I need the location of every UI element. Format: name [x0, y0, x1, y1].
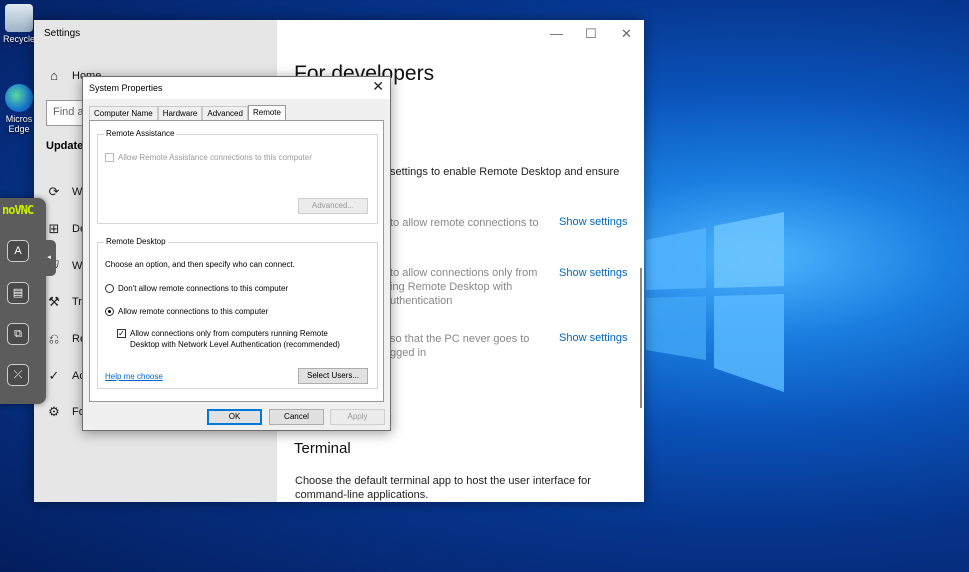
dont-allow-label[interactable]: Don't allow remote connections to this c…: [118, 284, 288, 293]
setting-row-text: so that the PC never goes to gged in: [390, 332, 529, 360]
disconnect-icon[interactable]: ⤫: [7, 364, 29, 386]
developers-icon: ⚙: [48, 404, 60, 419]
setting-row-text: to allow remote connections to: [390, 216, 539, 230]
windows-logo: [646, 212, 784, 392]
dont-allow-radio[interactable]: [105, 284, 114, 293]
remote-assistance-label: Remote Assistance: [104, 129, 177, 138]
terminal-description: Choose the default terminal app to host …: [295, 474, 591, 502]
remote-desktop-label: Remote Desktop: [104, 237, 168, 246]
allow-remote-label[interactable]: Allow remote connections to this compute…: [118, 307, 268, 316]
troubleshoot-icon: ⚒: [48, 294, 60, 309]
dialog-titlebar[interactable]: System Properties ✕: [83, 77, 390, 99]
fullscreen-icon[interactable]: ⧉: [7, 323, 29, 345]
apply-button[interactable]: Apply: [330, 409, 385, 425]
close-button[interactable]: ✕: [621, 26, 632, 42]
terminal-heading: Terminal: [294, 440, 351, 457]
maximize-button[interactable]: ☐: [585, 26, 597, 42]
novnc-handle[interactable]: ◂: [42, 240, 56, 276]
nav-item-delivery-optimization[interactable]: ⊞ De: [46, 221, 87, 237]
allow-remote-radio[interactable]: [105, 307, 114, 316]
home-icon: ⌂: [50, 68, 58, 83]
nav-item-windows-update[interactable]: ⟳ Wi: [46, 184, 85, 200]
setting-row-line: uthentication: [390, 295, 453, 307]
setting-row-line: to allow remote connections to: [390, 217, 539, 229]
nla-label-line1: Allow connections only from computers ru…: [130, 329, 328, 338]
remote-desktop-description: settings to enable Remote Desktop and en…: [390, 166, 620, 178]
setting-row-line: so that the PC never goes to: [390, 333, 530, 345]
terminal-desc-line: command-line applications.: [295, 489, 429, 501]
tab-computer-name[interactable]: Computer Name: [89, 106, 158, 120]
nav-item-activation[interactable]: ✓ Ac: [46, 368, 85, 384]
setting-row-line: ing Remote Desktop with: [390, 281, 513, 293]
tab-advanced[interactable]: Advanced: [202, 106, 248, 120]
nav-item-for-developers[interactable]: ⚙ Fo: [46, 404, 85, 420]
terminal-desc-line: Choose the default terminal app to host …: [295, 475, 591, 487]
remote-desktop-instruction: Choose an option, and then specify who c…: [105, 260, 295, 269]
novnc-logo: noVNC: [2, 203, 34, 217]
find-setting-placeholder: Find a: [53, 106, 84, 118]
sync-icon: ⟳: [48, 184, 60, 199]
remote-desktop-group: Remote Desktop Choose an option, and the…: [97, 237, 378, 389]
tab-hardware[interactable]: Hardware: [157, 106, 203, 120]
dialog-title: System Properties: [89, 83, 163, 93]
nla-label-line2: Desktop with Network Level Authenticatio…: [130, 340, 340, 349]
minimize-button[interactable]: —: [550, 26, 563, 41]
keyboard-icon[interactable]: A: [7, 240, 29, 262]
remote-assistance-group: Remote Assistance Allow Remote Assistanc…: [97, 129, 378, 224]
nav-section-title: Update: [46, 140, 84, 152]
desktop-icon-label: Micros Edge: [5, 114, 33, 134]
scrollbar[interactable]: [640, 268, 642, 408]
allow-remote-assistance-label: Allow Remote Assistance connections to t…: [118, 153, 312, 162]
dialog-close-button[interactable]: ✕: [372, 78, 384, 95]
recovery-icon: ⎌: [48, 331, 60, 346]
system-properties-dialog: System Properties ✕ Computer Name Hardwa…: [82, 76, 391, 431]
nla-checkbox[interactable]: ✓: [117, 329, 126, 338]
recycle-bin-icon: [5, 4, 33, 32]
tab-remote[interactable]: Remote: [247, 105, 286, 121]
nav-item-recovery[interactable]: ⎌ Re: [46, 331, 86, 347]
show-settings-link[interactable]: Show settings: [559, 332, 627, 344]
edge-icon: [5, 84, 33, 112]
allow-remote-assistance-checkbox[interactable]: [105, 153, 114, 162]
setting-row-line: to allow connections only from: [390, 267, 538, 279]
novnc-control-bar: noVNC A ▤ ⧉ ⤫ ◂: [0, 198, 56, 404]
clipboard-icon[interactable]: ▤: [7, 282, 29, 304]
dialog-tabs: Computer Name Hardware Advanced Remote: [89, 105, 286, 121]
remote-tab-panel: Remote Assistance Allow Remote Assistanc…: [89, 120, 384, 402]
delivery-icon: ⊞: [48, 221, 60, 236]
desktop-icon-recycle-bin[interactable]: Recycle: [0, 4, 38, 44]
setting-row-line: gged in: [390, 347, 427, 359]
ok-button[interactable]: OK: [207, 409, 262, 425]
show-settings-link[interactable]: Show settings: [559, 216, 627, 228]
show-settings-link[interactable]: Show settings: [559, 267, 627, 279]
activation-icon: ✓: [48, 368, 60, 383]
desktop-icon-edge[interactable]: Micros Edge: [0, 84, 38, 134]
desktop-icon-label: Recycle: [2, 34, 35, 44]
advanced-button[interactable]: Advanced...: [298, 198, 368, 214]
help-me-choose-link[interactable]: Help me choose: [105, 372, 163, 381]
cancel-button[interactable]: Cancel: [269, 409, 324, 425]
select-users-button[interactable]: Select Users...: [298, 368, 368, 384]
window-title: Settings: [44, 28, 81, 39]
setting-row-text: to allow connections only from ing Remot…: [390, 266, 537, 308]
